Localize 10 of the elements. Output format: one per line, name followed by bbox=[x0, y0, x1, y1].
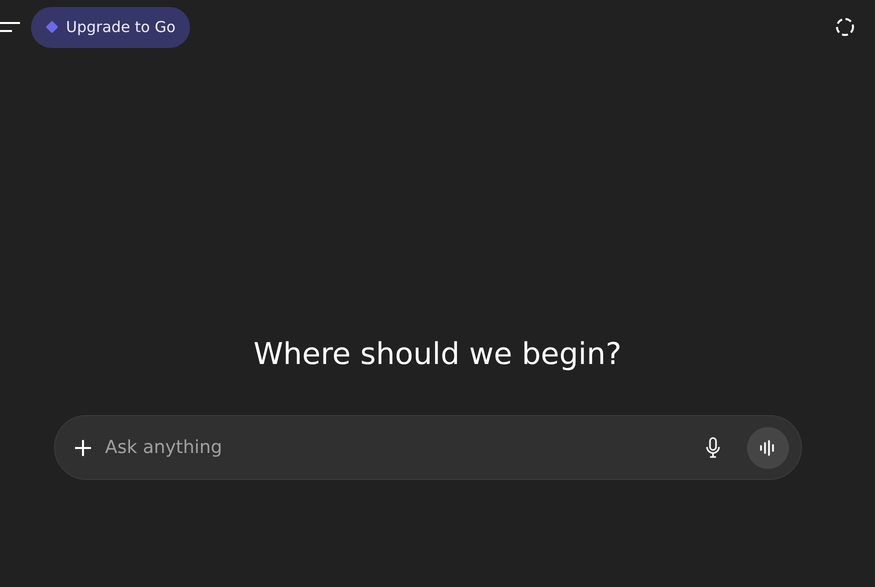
waveform-icon bbox=[759, 440, 777, 456]
message-input[interactable]: Ask anything bbox=[103, 436, 695, 459]
plus-icon[interactable] bbox=[73, 438, 93, 458]
dashed-circle-icon[interactable] bbox=[835, 17, 855, 37]
menu-icon[interactable] bbox=[0, 20, 20, 34]
voice-button[interactable] bbox=[747, 426, 789, 468]
message-field[interactable]: Ask anything bbox=[54, 415, 802, 480]
heading: Where should we begin? bbox=[252, 336, 623, 374]
upgrade-button[interactable]: Upgrade to Go bbox=[31, 6, 190, 48]
microphone-icon[interactable] bbox=[705, 436, 721, 458]
